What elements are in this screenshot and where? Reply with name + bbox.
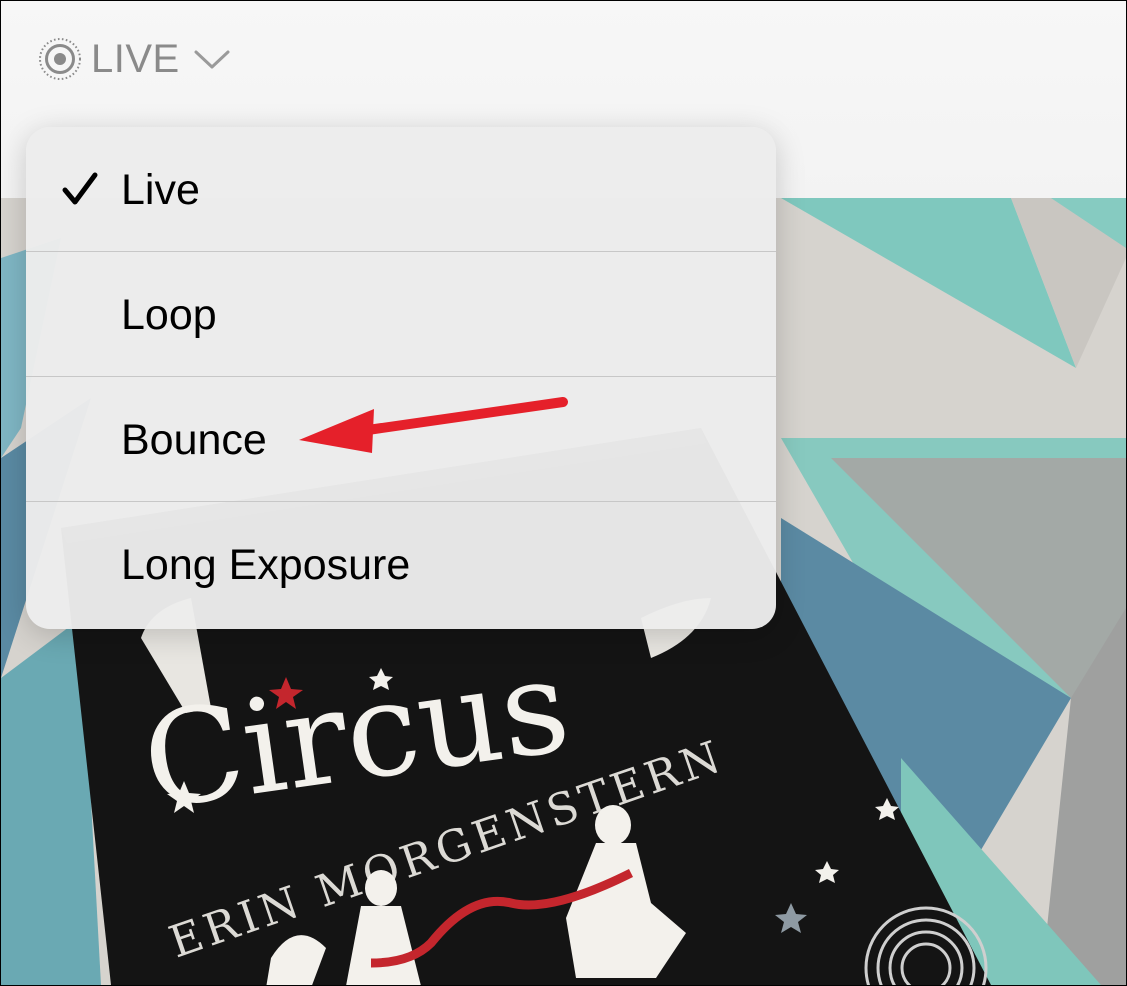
checkmark-icon <box>62 172 98 205</box>
live-mode-button[interactable]: LIVE <box>37 35 232 83</box>
live-photo-icon <box>39 38 81 80</box>
menu-item-bounce[interactable]: Bounce <box>26 377 776 502</box>
chevron-down-icon <box>194 50 230 69</box>
menu-item-label: Loop <box>121 291 217 339</box>
menu-item-loop[interactable]: Loop <box>26 252 776 377</box>
live-mode-label: LIVE <box>91 37 180 81</box>
screenshot-frame: Circus ERIN MORGENSTERN LIVE Live Loop B… <box>0 0 1127 986</box>
menu-item-long-exposure[interactable]: Long Exposure <box>26 502 776 628</box>
menu-item-label: Long Exposure <box>121 541 411 589</box>
menu-item-label: Live <box>121 166 200 214</box>
live-effects-menu: Live Loop Bounce Long Exposure <box>26 127 776 629</box>
menu-item-label: Bounce <box>121 416 267 464</box>
menu-item-live[interactable]: Live <box>26 127 776 252</box>
